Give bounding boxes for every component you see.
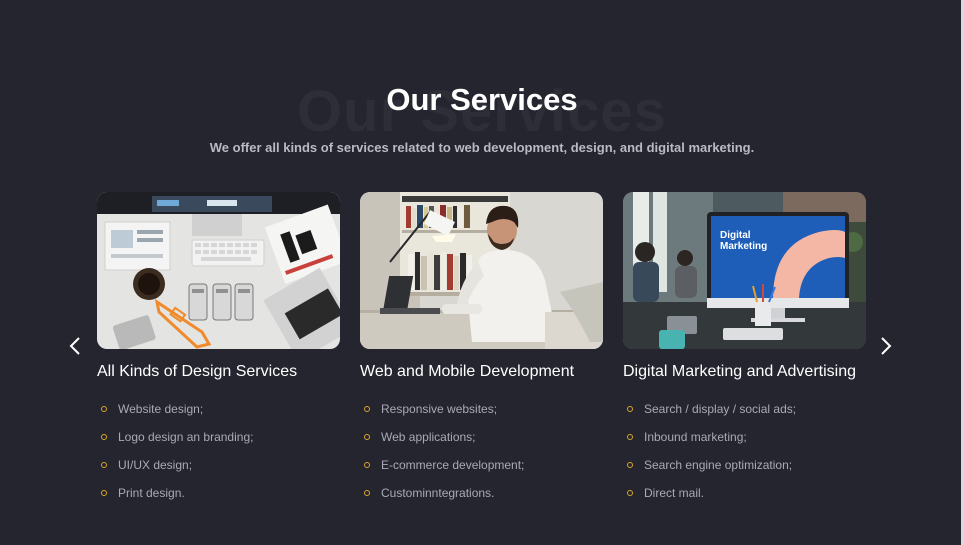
list-item: Search engine optimization; (627, 451, 866, 479)
list-item: Custominntegrations. (364, 479, 603, 507)
design-workspace-image (97, 192, 340, 349)
service-list: Responsive websites; Web applications; E… (360, 395, 603, 507)
list-item: Inbound marketing; (627, 423, 866, 451)
list-item: Website design; (101, 395, 340, 423)
service-list: Website design; Logo design an branding;… (97, 395, 340, 507)
service-card-marketing[interactable]: Digital Marketing Digital Marketing and … (623, 192, 866, 507)
list-item: Direct mail. (627, 479, 866, 507)
card-title: Digital Marketing and Advertising (623, 363, 857, 380)
developer-at-desk-image (360, 192, 603, 349)
bullet-icon (101, 490, 107, 496)
service-card-design[interactable]: All Kinds of Design Services Website des… (97, 192, 340, 507)
chevron-left-icon (69, 337, 80, 355)
chevron-right-icon (881, 337, 892, 355)
list-item: Search / display / social ads; (627, 395, 866, 423)
list-item: Responsive websites; (364, 395, 603, 423)
section-subtitle: We offer all kinds of services related t… (209, 140, 755, 155)
card-title: All Kinds of Design Services (97, 363, 298, 380)
bullet-icon (627, 434, 633, 440)
bullet-icon (101, 462, 107, 468)
list-item: E-commerce development; (364, 451, 603, 479)
carousel-next-button[interactable] (876, 334, 896, 358)
service-list: Search / display / social ads; Inbound m… (623, 395, 866, 507)
bullet-icon (364, 490, 370, 496)
bullet-icon (364, 434, 370, 440)
bullet-icon (364, 406, 370, 412)
bullet-icon (101, 434, 107, 440)
bullet-icon (627, 406, 633, 412)
service-card-development[interactable]: Web and Mobile Development Responsive we… (360, 192, 603, 507)
services-page: Our Services Our Services We offer all k… (0, 0, 964, 545)
list-item: Logo design an branding; (101, 423, 340, 451)
bullet-icon (627, 462, 633, 468)
image-caption: Digital Marketing (720, 230, 768, 252)
bullet-icon (627, 490, 633, 496)
card-title: Web and Mobile Development (360, 363, 575, 380)
section-title: Our Services (386, 82, 578, 117)
digital-marketing-monitor-image: Digital Marketing (623, 192, 866, 349)
list-item: UI/UX design; (101, 451, 340, 479)
carousel-prev-button[interactable] (65, 334, 85, 358)
bullet-icon (364, 462, 370, 468)
list-item: Web applications; (364, 423, 603, 451)
list-item: Print design. (101, 479, 340, 507)
bullet-icon (101, 406, 107, 412)
